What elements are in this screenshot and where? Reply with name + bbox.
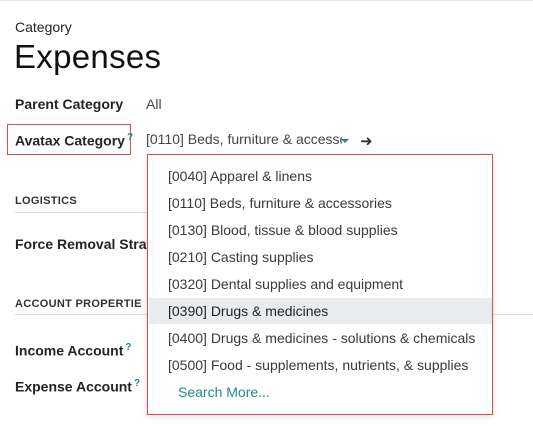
dropdown-option[interactable]: [0400] Drugs & medicines - solutions & c…	[149, 325, 492, 351]
parent-category-label: Parent Category	[15, 96, 124, 112]
expense-account-label-text: Expense Account	[15, 378, 132, 395]
arrow-right-icon[interactable]: ➜	[360, 132, 373, 150]
income-account-label-text: Income Account	[15, 342, 124, 359]
avatax-category-label: Avatax Category?	[15, 132, 133, 149]
category-caption: Category	[15, 19, 72, 35]
account-properties-section-title: ACCOUNT PROPERTIE	[15, 298, 142, 310]
top-divider	[0, 0, 533, 1]
dropdown-option-highlighted[interactable]: [0390] Drugs & medicines	[149, 298, 492, 324]
avatax-category-dropdown[interactable]: [0040] Apparel & linens [0110] Beds, fur…	[147, 154, 493, 415]
help-tooltip-icon[interactable]: ?	[125, 342, 131, 353]
help-tooltip-icon[interactable]: ?	[134, 378, 140, 389]
logistics-section-title: LOGISTICS	[15, 195, 77, 207]
dropdown-option[interactable]: [0320] Dental supplies and equipment	[149, 271, 492, 297]
account-properties-divider	[15, 314, 150, 315]
caret-down-icon[interactable]	[341, 139, 349, 143]
avatax-category-input[interactable]: [0110] Beds, furniture & accessories	[146, 131, 342, 151]
logistics-divider	[15, 212, 150, 213]
dropdown-option[interactable]: [0500] Food - supplements, nutrients, & …	[149, 352, 492, 378]
income-account-label: Income Account?	[15, 342, 132, 359]
parent-category-value[interactable]: All	[146, 96, 162, 112]
dropdown-option[interactable]: [0210] Casting supplies	[149, 244, 492, 270]
dropdown-option[interactable]: [0110] Beds, furniture & accessories	[149, 190, 492, 216]
record-title[interactable]: Expenses	[14, 38, 161, 76]
expense-account-label: Expense Account?	[15, 378, 140, 395]
search-more-link[interactable]: Search More...	[149, 379, 492, 405]
help-tooltip-icon[interactable]: ?	[127, 132, 133, 143]
force-removal-label: Force Removal Strate	[15, 236, 159, 252]
dropdown-option[interactable]: [0040] Apparel & linens	[149, 163, 492, 189]
dropdown-option[interactable]: [0130] Blood, tissue & blood supplies	[149, 217, 492, 243]
avatax-category-label-text: Avatax Category	[15, 132, 125, 149]
account-properties-divider-right	[493, 314, 533, 315]
